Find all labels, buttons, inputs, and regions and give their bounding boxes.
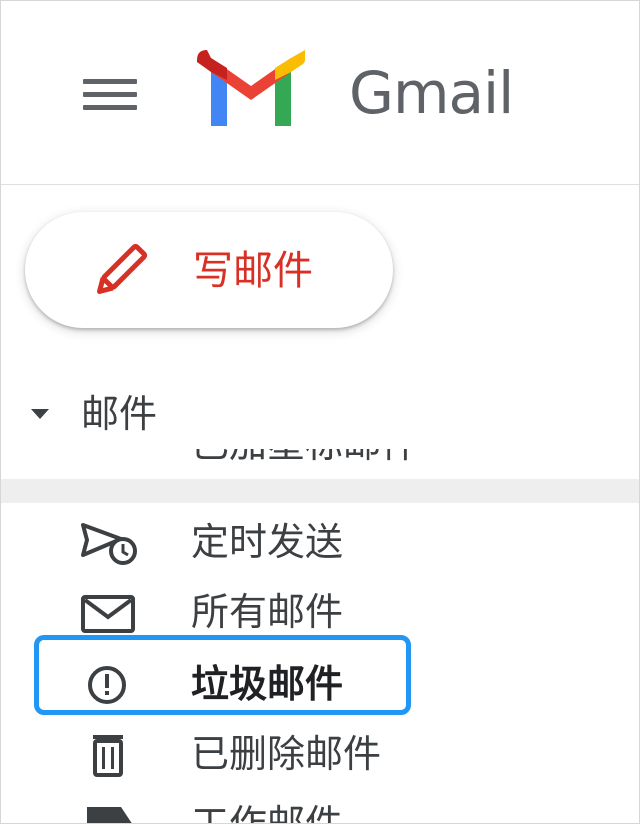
pencil-icon <box>96 243 148 295</box>
nav-item-label: 所有邮件 <box>191 590 344 634</box>
menu-bar <box>83 79 137 84</box>
menu-bar <box>83 92 137 97</box>
nav-item-work[interactable]: 工作邮件 <box>1 789 639 824</box>
mail-nav-list: 已加星标邮件 定时发送 所有邮件 垃圾邮件 <box>1 449 639 824</box>
nav-item-starred[interactable]: 已加星标邮件 <box>1 449 639 479</box>
app-name: Gmail <box>349 59 514 127</box>
envelope-icon <box>81 595 135 633</box>
mail-section-toggle[interactable]: 邮件 <box>1 381 639 447</box>
caret-down-icon <box>31 409 49 419</box>
scroll-divider <box>1 479 639 503</box>
hamburger-menu-icon[interactable] <box>81 77 137 113</box>
trash-icon <box>93 735 123 777</box>
nav-item-scheduled[interactable]: 定时发送 <box>1 507 639 577</box>
nav-item-all-mail[interactable]: 所有邮件 <box>1 577 639 647</box>
spam-icon <box>88 666 126 704</box>
label-icon <box>87 807 132 823</box>
section-label: 邮件 <box>81 392 158 436</box>
nav-item-label: 垃圾邮件 <box>191 662 344 706</box>
nav-item-label: 工作邮件 <box>191 802 344 824</box>
compose-label: 写邮件 <box>193 248 313 294</box>
gmail-sidebar-window: Gmail 写邮件 邮件 已加星标邮件 定时发送 <box>0 0 640 824</box>
nav-item-label: 已加星标邮件 <box>191 449 419 469</box>
nav-item-trash[interactable]: 已删除邮件 <box>1 719 639 789</box>
menu-bar <box>83 105 137 110</box>
nav-item-label: 已删除邮件 <box>191 732 382 776</box>
app-header: Gmail <box>1 1 639 185</box>
nav-item-label: 定时发送 <box>191 520 344 564</box>
nav-item-spam[interactable]: 垃圾邮件 <box>1 649 639 719</box>
gmail-logo-icon[interactable] <box>197 50 305 130</box>
scheduled-send-icon <box>81 523 137 565</box>
compose-button[interactable]: 写邮件 <box>25 212 393 328</box>
